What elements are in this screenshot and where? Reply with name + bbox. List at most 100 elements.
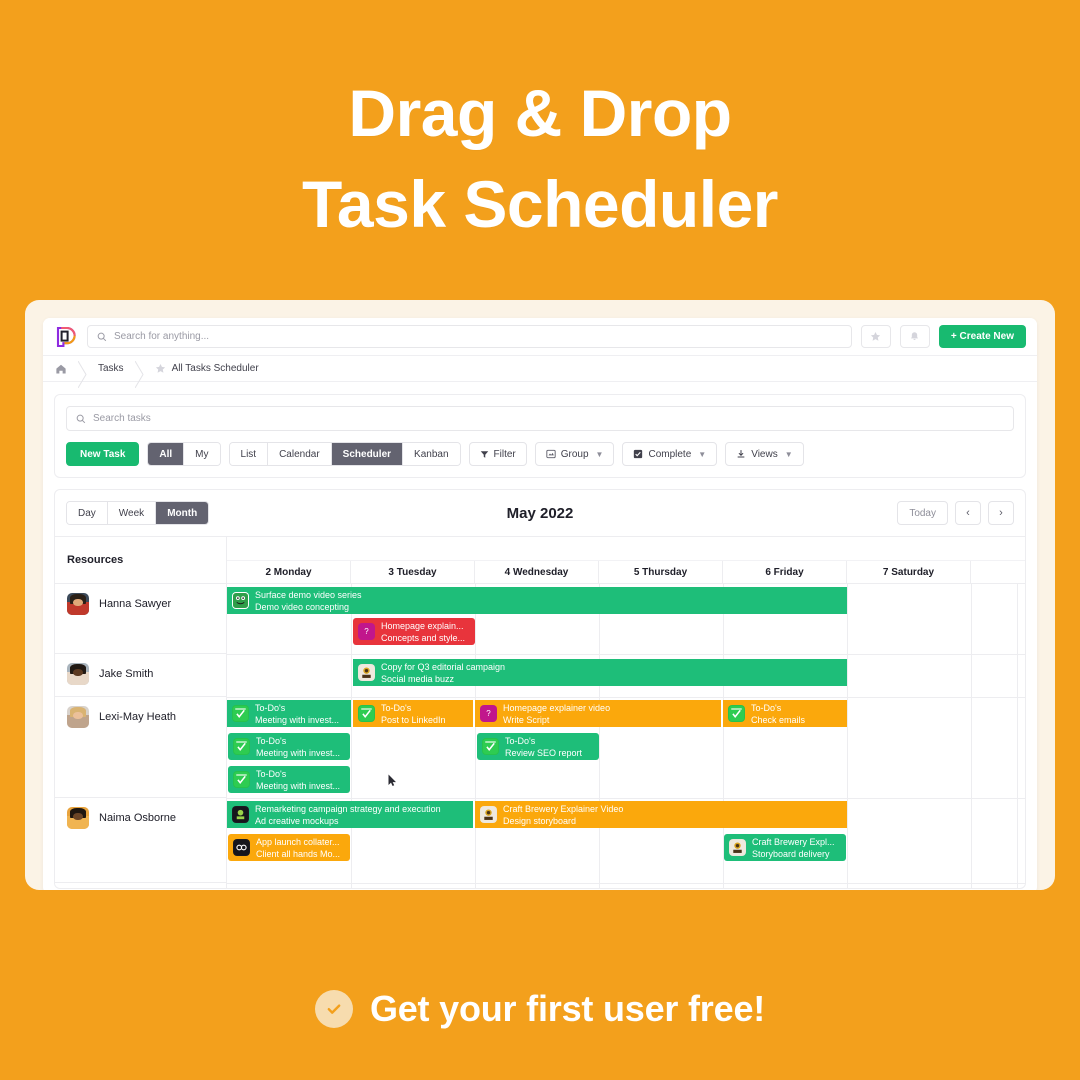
favorite-button[interactable] (860, 325, 891, 348)
create-new-button[interactable]: + Create New (938, 325, 1026, 348)
checklist-icon (482, 738, 499, 755)
task-subtitle: Design storyboard (503, 815, 577, 826)
task-subtitle: Review SEO report (505, 747, 583, 758)
resource-name: Hanna Sawyer (99, 598, 172, 610)
view-option-kanban[interactable]: Kanban (403, 443, 460, 465)
task-bar[interactable]: Craft Brewery Expl... Storyboard deliver… (724, 834, 846, 861)
task-bar-text: App launch collater... Client all hands … (256, 836, 340, 860)
scheduler-nav: Today ‹ › (897, 501, 1014, 525)
resource-row-naima-osborne[interactable]: Naima Osborne (55, 798, 226, 883)
grid-vline (351, 584, 352, 888)
zoom-option-month[interactable]: Month (156, 502, 209, 524)
calendar-day-headers: 2 Monday 3 Tuesday 4 Wednesday 5 Thursda… (227, 561, 1025, 584)
global-search-input[interactable]: Search for anything... (87, 325, 852, 348)
task-title: Surface demo video series (255, 589, 362, 600)
next-period-button[interactable]: › (988, 501, 1014, 525)
grid-hline (227, 654, 1025, 655)
notifications-button[interactable] (899, 325, 930, 348)
search-icon (97, 332, 107, 341)
checklist-icon (233, 738, 250, 755)
task-subtitle: Storyboard delivery (752, 848, 830, 859)
chevron-down-icon: ▼ (698, 449, 707, 459)
calendar-area: 2 Monday 3 Tuesday 4 Wednesday 5 Thursda… (227, 537, 1025, 888)
day-header-7-saturday: 7 Saturday (847, 561, 971, 583)
task-bar[interactable]: To-Do's Meeting with invest... (228, 733, 350, 760)
task-subtitle: Social media buzz (381, 673, 455, 684)
new-task-button[interactable]: New Task (66, 442, 140, 466)
bell-icon (911, 332, 919, 340)
grid-vline (475, 584, 476, 888)
views-button[interactable]: Views ▼ (725, 442, 804, 466)
promo-headline-line1: Drag & Drop (348, 76, 732, 150)
task-bar-text: To-Do's Check emails (751, 702, 805, 726)
previous-period-button[interactable]: ‹ (955, 501, 981, 525)
filter-button[interactable]: Filter (468, 442, 527, 466)
group-button[interactable]: Group ▼ (534, 442, 615, 466)
scheduler-grid: Resources Hanna Sawyer Jake Smith Lexi-M… (55, 536, 1025, 888)
task-title: Craft Brewery Explainer Video (503, 803, 624, 814)
task-bar[interactable]: App launch collater... Client all hands … (228, 834, 350, 861)
task-bar-text: To-Do's Review SEO report (505, 735, 582, 759)
task-title: Craft Brewery Expl... (752, 836, 835, 847)
task-bar[interactable]: Remarketing campaign strategy and execut… (227, 801, 473, 828)
today-button[interactable]: Today (897, 501, 948, 525)
scope-option-my[interactable]: My (184, 443, 220, 465)
dark-tile-icon (232, 806, 249, 823)
resource-name: Naima Osborne (99, 812, 177, 824)
task-bar[interactable]: To-Do's Check emails (723, 700, 847, 727)
avatar (67, 593, 89, 615)
view-option-scheduler[interactable]: Scheduler (331, 443, 404, 465)
calendar-header-spacer (227, 537, 1025, 561)
task-subtitle: Meeting with invest... (256, 747, 341, 758)
task-bar-text: Homepage explainer video Write Script (503, 702, 610, 726)
promo-footer: Get your first user free! (0, 988, 1080, 1030)
grid-hline (227, 883, 1025, 884)
task-bar[interactable]: To-Do's Review SEO report (477, 733, 599, 760)
promo-headline-line2: Task Scheduler (302, 167, 778, 242)
star-icon (871, 331, 881, 341)
app-window: Search for anything... + Create New Task… (43, 318, 1037, 890)
view-option-calendar[interactable]: Calendar (268, 443, 332, 465)
task-search-input[interactable]: Search tasks (66, 406, 1014, 431)
zoom-option-day[interactable]: Day (67, 502, 108, 524)
task-bar[interactable]: Copy for Q3 editorial campaign Social me… (353, 659, 847, 686)
task-bar[interactable]: To-Do's Meeting with invest... (228, 766, 350, 793)
task-bar[interactable]: ? Homepage explainer video Write Script (475, 700, 721, 727)
resource-row-lexi-may-heath[interactable]: Lexi-May Heath (55, 697, 226, 798)
task-bar[interactable]: Surface demo video series Demo video con… (227, 587, 847, 614)
resource-row-hanna-sawyer[interactable]: Hanna Sawyer (55, 584, 226, 654)
task-bar[interactable]: To-Do's Meeting with invest... (227, 700, 351, 727)
task-bar-text: To-Do's Post to LinkedIn (381, 702, 446, 726)
task-subtitle: Demo video concepting (255, 601, 350, 612)
breadcrumb-separator-icon (78, 360, 87, 388)
resources-column-header: Resources (55, 537, 226, 584)
brewery-logo-icon (729, 839, 746, 856)
download-icon (737, 450, 745, 458)
task-title: To-Do's (381, 702, 412, 713)
grid-vline (1017, 584, 1018, 888)
breadcrumb-item-all-tasks-scheduler[interactable]: All Tasks Scheduler (144, 363, 270, 374)
breadcrumb-current-label: All Tasks Scheduler (171, 363, 259, 374)
avatar (67, 663, 89, 685)
task-bar-text: To-Do's Meeting with invest... (255, 702, 339, 726)
magenta-tile-icon: ? (480, 705, 497, 722)
star-icon (155, 363, 165, 373)
resource-row-jake-smith[interactable]: Jake Smith (55, 654, 226, 697)
frog-avatar-icon (232, 592, 249, 609)
zoom-option-week[interactable]: Week (107, 502, 157, 524)
task-subtitle: Meeting with invest... (256, 780, 341, 791)
grid-vline (847, 584, 848, 888)
breadcrumb-item-tasks[interactable]: Tasks (87, 363, 135, 374)
task-bar-text: Craft Brewery Explainer Video Design sto… (503, 803, 623, 827)
checklist-icon (728, 705, 745, 722)
scope-option-all[interactable]: All (148, 443, 185, 465)
app-logo-icon[interactable] (54, 325, 78, 349)
breadcrumb-separator-icon (134, 360, 144, 388)
task-bar[interactable]: ? Homepage explain... Concepts and style… (353, 618, 475, 645)
breadcrumb-home[interactable] (55, 363, 78, 375)
task-subtitle: Concepts and style... (381, 632, 466, 643)
view-option-list[interactable]: List (229, 443, 269, 465)
task-bar[interactable]: To-Do's Post to LinkedIn (353, 700, 473, 727)
complete-button[interactable]: Complete ▼ (622, 442, 718, 466)
task-bar[interactable]: Craft Brewery Explainer Video Design sto… (475, 801, 847, 828)
